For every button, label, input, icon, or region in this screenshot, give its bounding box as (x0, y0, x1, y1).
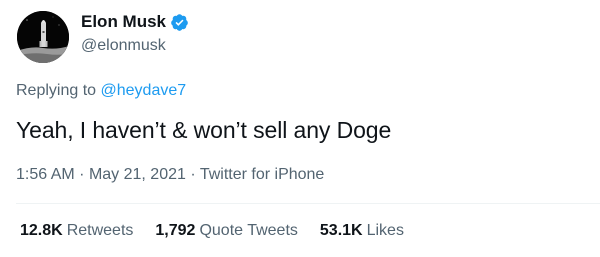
quote-tweets-count: 1,792 (155, 222, 196, 239)
retweets-count: 12.8K (20, 222, 63, 239)
likes-count: 53.1K (319, 222, 363, 239)
replying-to-label: Replying to (16, 82, 97, 99)
replying-to: Replying to @heydave7 (16, 82, 186, 100)
likes-stat[interactable]: 53.1K Likes (320, 222, 404, 240)
meta-separator: · (79, 166, 89, 183)
tweet-date[interactable]: May 21, 2021 (89, 166, 186, 183)
engagement-stats: 12.8K Retweets 1,792 Quote Tweets 53.1K Lik… (20, 222, 426, 240)
likes-label: Likes (366, 222, 404, 239)
quote-tweets-label: Quote Tweets (199, 222, 298, 239)
divider (16, 203, 600, 204)
verified-badge-icon (170, 13, 189, 32)
tweet-text: Yeah, I haven’t & won’t sell any Doge (16, 117, 392, 143)
retweets-label: Retweets (66, 222, 134, 239)
retweets-stat[interactable]: 12.8K Retweets (20, 222, 133, 240)
quote-tweets-stat[interactable]: 1,792 Quote Tweets (155, 222, 297, 240)
tweet-time[interactable]: 1:56 AM (16, 166, 75, 183)
tweet-meta: 1:56 AM · May 21, 2021 · Twitter for iPh… (16, 166, 324, 184)
meta-separator: · (190, 166, 200, 183)
reply-to-handle-link[interactable]: @heydave7 (101, 82, 187, 99)
display-name[interactable]: Elon Musk (81, 12, 166, 32)
avatar-image (17, 11, 69, 63)
author-name-row: Elon Musk (81, 12, 189, 32)
tweet-source[interactable]: Twitter for iPhone (200, 166, 325, 183)
author-handle[interactable]: @elonmusk (81, 37, 166, 55)
avatar[interactable] (17, 11, 69, 63)
